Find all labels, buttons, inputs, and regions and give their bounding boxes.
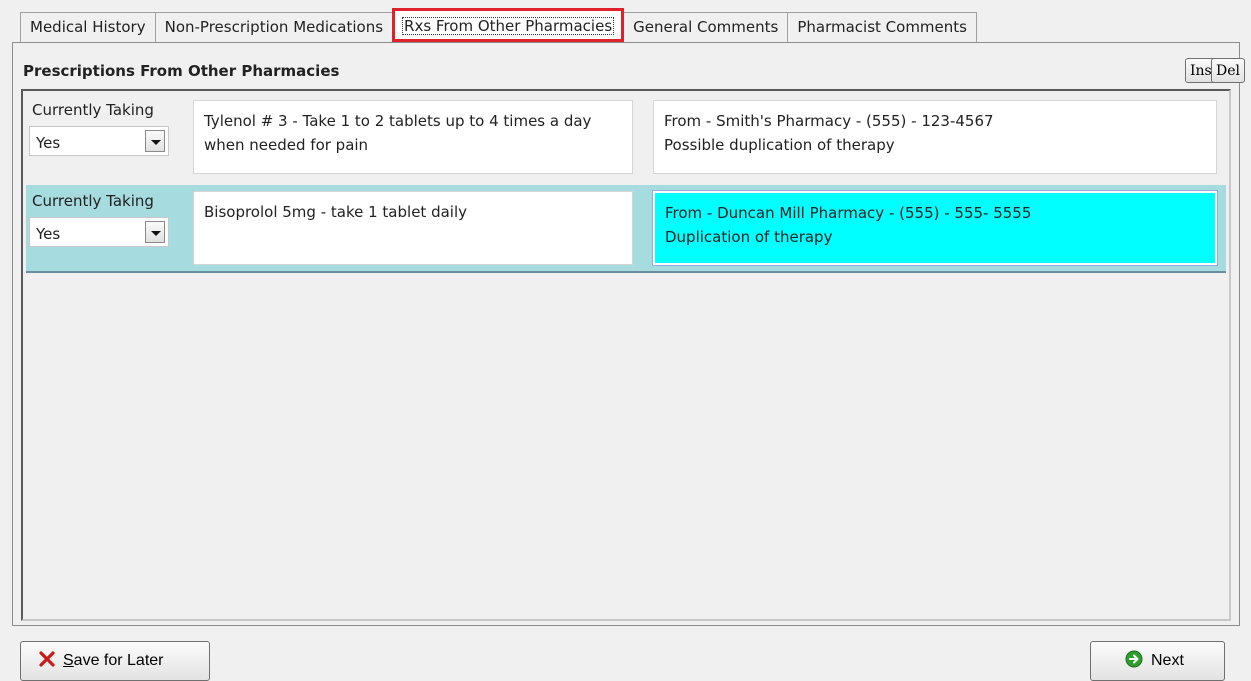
tab-medical-history[interactable]: Medical History (20, 12, 156, 42)
save-label-rest: ave for Later (73, 652, 164, 669)
prescription-notes-field[interactable]: From - Duncan Mill Pharmacy - (555) - 55… (653, 191, 1217, 265)
save-mnemonic: S (63, 652, 74, 669)
tab-rxs-from-other-pharmacies[interactable]: Rxs From Other Pharmacies (392, 8, 625, 42)
currently-taking-select[interactable]: Yes (29, 126, 169, 156)
prescription-row[interactable]: Currently Taking Yes Bisoprolol 5mg - ta… (26, 185, 1226, 273)
currently-taking-label: Currently Taking (32, 192, 154, 210)
tab-pharmacist-comments[interactable]: Pharmacist Comments (787, 12, 977, 42)
prescription-notes-field[interactable]: From - Smith's Pharmacy - (555) - 123-45… (653, 100, 1217, 174)
prescription-description-field[interactable]: Tylenol # 3 - Take 1 to 2 tablets up to … (193, 100, 633, 174)
tab-label: Pharmacist Comments (797, 18, 967, 36)
save-for-later-button[interactable]: Save for Later (20, 641, 210, 681)
save-for-later-label: Save for Later (63, 652, 164, 670)
next-button[interactable]: Next (1090, 641, 1225, 681)
tab-label: General Comments (633, 18, 779, 36)
tab-label: Medical History (30, 18, 146, 36)
currently-taking-value: Yes (36, 225, 61, 243)
tab-panel: Prescriptions From Other Pharmacies Ins … (12, 42, 1245, 626)
chevron-down-icon[interactable] (145, 130, 165, 152)
tab-strip: Medical History Non-Prescription Medicat… (20, 8, 1220, 42)
tab-label: Rxs From Other Pharmacies (402, 17, 615, 35)
tab-label: Non-Prescription Medications (164, 18, 384, 36)
close-x-icon (39, 650, 55, 672)
currently-taking-value: Yes (36, 134, 61, 152)
chevron-down-icon[interactable] (145, 221, 165, 243)
prescription-description-field[interactable]: Bisoprolol 5mg - take 1 tablet daily (193, 191, 633, 265)
tab-general-comments[interactable]: General Comments (623, 12, 789, 42)
delete-button[interactable]: Del (1211, 58, 1245, 83)
prescription-row[interactable]: Currently Taking Yes Tylenol # 3 - Take … (26, 94, 1226, 180)
next-label: Next (1151, 652, 1184, 669)
arrow-right-circle-icon (1125, 650, 1143, 673)
tab-non-prescription-medications[interactable]: Non-Prescription Medications (154, 12, 394, 42)
panel-title: Prescriptions From Other Pharmacies (23, 62, 340, 80)
currently-taking-select[interactable]: Yes (29, 217, 169, 247)
prescription-list[interactable]: Currently Taking Yes Tylenol # 3 - Take … (21, 89, 1231, 621)
currently-taking-label: Currently Taking (32, 101, 154, 119)
